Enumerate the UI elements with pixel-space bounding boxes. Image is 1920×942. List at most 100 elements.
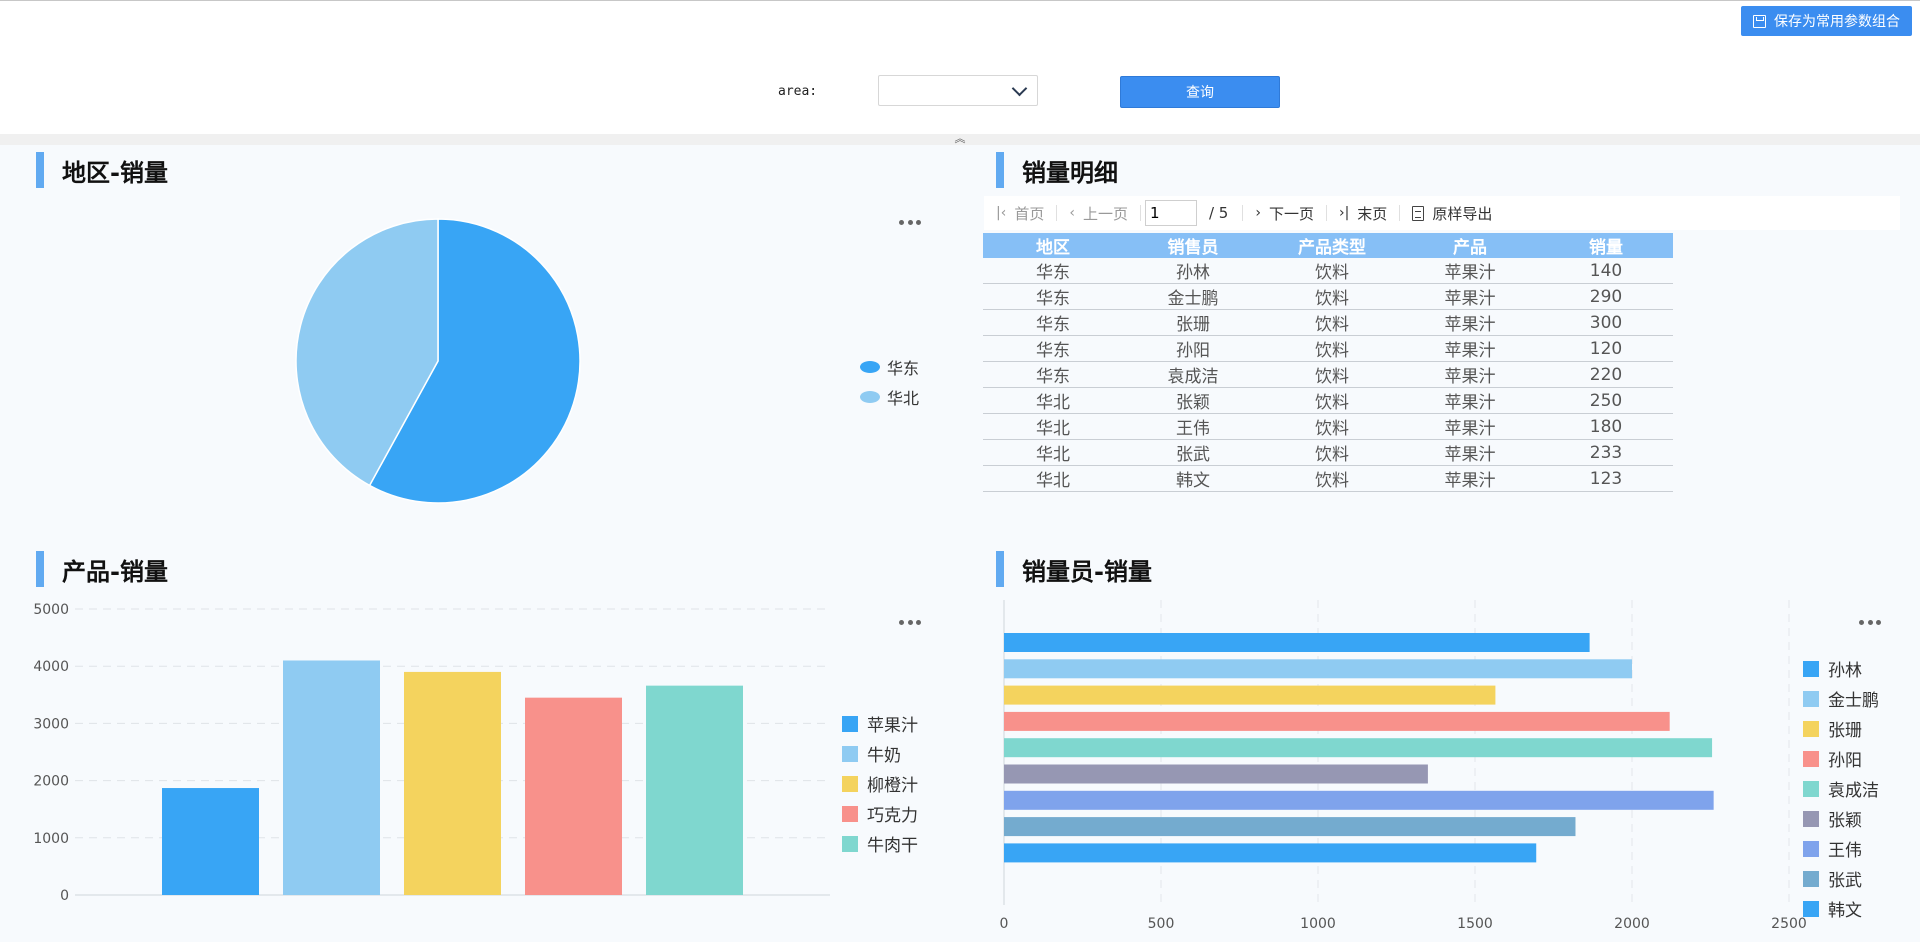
bar-legend-label: 牛奶 — [867, 746, 901, 766]
cell-product: 苹果汁 — [1401, 439, 1539, 466]
cell-product: 苹果汁 — [1401, 309, 1539, 336]
cell-region: 华东 — [983, 309, 1123, 336]
cell-region: 华东 — [983, 258, 1123, 284]
hbar — [1004, 817, 1576, 837]
pie-panel-title: 地区-销量 — [36, 152, 168, 188]
seller-title-text: 销量员-销量 — [1022, 557, 1152, 586]
cell-sales: 290 — [1539, 283, 1673, 310]
cell-product: 苹果汁 — [1401, 465, 1539, 492]
hbar — [1004, 711, 1670, 731]
seller-legend-item[interactable]: 韩文 — [1803, 896, 1862, 921]
cell-product: 苹果汁 — [1401, 335, 1539, 362]
seller-legend-item[interactable]: 孙阳 — [1803, 746, 1862, 771]
legend-swatch-icon — [842, 835, 858, 852]
bar-legend-label: 苹果汁 — [867, 716, 918, 736]
y-tick-label: 1000 — [33, 831, 69, 847]
bar-legend-item[interactable]: 苹果汁 — [842, 711, 918, 736]
seller-legend-label: 张颖 — [1828, 811, 1862, 831]
area-select[interactable] — [878, 75, 1038, 106]
chevron-left-icon: ‹ — [1069, 205, 1075, 221]
bar-legend-item[interactable]: 巧克力 — [842, 801, 918, 826]
cell-sales: 120 — [1539, 335, 1673, 362]
document-icon — [1412, 205, 1425, 221]
cell-region: 华东 — [983, 335, 1123, 362]
product-more-menu-icon[interactable] — [899, 615, 921, 629]
cell-type: 饮料 — [1263, 413, 1401, 440]
cell-seller: 王伟 — [1123, 413, 1263, 440]
next-page-label: 下一页 — [1268, 204, 1314, 223]
cell-type: 饮料 — [1263, 439, 1401, 466]
bar-legend-item[interactable]: 牛肉干 — [842, 831, 918, 856]
title-accent-bar — [996, 152, 1004, 188]
cell-product: 苹果汁 — [1401, 413, 1539, 440]
last-page-icon: ›| — [1338, 205, 1350, 221]
pie-more-menu-icon[interactable] — [899, 215, 921, 229]
prev-page-label: 上一页 — [1082, 204, 1128, 223]
seller-legend-item[interactable]: 孙林 — [1803, 656, 1862, 681]
seller-legend-label: 金士鹏 — [1828, 691, 1879, 711]
hbar — [1004, 843, 1537, 863]
hbar — [1004, 633, 1590, 652]
seller-legend-item[interactable]: 金士鹏 — [1803, 686, 1879, 711]
detail-panel-title: 销量明细 — [996, 152, 1118, 188]
first-page-icon: |‹ — [996, 205, 1007, 221]
sales-detail-table: 地区 销售员 产品类型 产品 销量 华东 孙林 饮料 苹果汁 140 华东 金士鹏 饮料 苹果汁… — [983, 233, 1673, 492]
legend-swatch-icon — [1803, 900, 1819, 917]
export-original-button[interactable]: 原样导出 — [1400, 203, 1504, 224]
col-header-type: 产品类型 — [1263, 233, 1401, 258]
legend-swatch-icon — [1803, 660, 1819, 677]
seller-legend-item[interactable]: 王伟 — [1803, 836, 1862, 861]
bar-legend-item[interactable]: 牛奶 — [842, 741, 901, 766]
seller-legend-label: 孙阳 — [1828, 751, 1862, 771]
last-page-button[interactable]: ›| 末页 — [1327, 203, 1399, 224]
cell-seller: 张武 — [1123, 439, 1263, 466]
next-page-button[interactable]: › 下一页 — [1243, 203, 1326, 224]
seller-more-menu-icon[interactable] — [1859, 615, 1881, 629]
cell-product: 苹果汁 — [1401, 387, 1539, 414]
page-number-input[interactable] — [1144, 200, 1197, 226]
cell-seller: 孙阳 — [1123, 335, 1263, 362]
cell-region: 华北 — [983, 413, 1123, 440]
bar-legend-item[interactable]: 柳橙汁 — [842, 771, 918, 796]
legend-swatch-icon — [1803, 840, 1819, 857]
seller-legend-item[interactable]: 张武 — [1803, 866, 1862, 891]
bar-legend-label: 巧克力 — [867, 806, 918, 826]
title-accent-bar — [36, 152, 44, 188]
hbar — [1004, 738, 1713, 758]
cell-type: 饮料 — [1263, 361, 1401, 388]
pie-legend-item[interactable]: 华东 — [860, 355, 919, 379]
seller-legend-item[interactable]: 袁成洁 — [1803, 776, 1879, 801]
query-button[interactable]: 查询 — [1120, 76, 1280, 108]
table-header-row: 地区 销售员 产品类型 产品 销量 — [983, 233, 1673, 258]
cell-sales: 250 — [1539, 387, 1673, 414]
cell-seller: 韩文 — [1123, 465, 1263, 492]
bar-legend-label: 柳橙汁 — [867, 776, 918, 796]
table-row: 华东 袁成洁 饮料 苹果汁 220 — [983, 361, 1673, 388]
legend-swatch-icon — [842, 745, 858, 762]
table-row: 华东 金士鹏 饮料 苹果汁 290 — [983, 283, 1673, 310]
cell-seller: 金士鹏 — [1123, 283, 1263, 310]
y-tick-label: 4000 — [33, 659, 69, 675]
page-total: / 5 — [1208, 204, 1229, 222]
hbar — [1004, 659, 1632, 679]
cell-seller: 孙林 — [1123, 258, 1263, 284]
cell-sales: 123 — [1539, 465, 1673, 492]
seller-legend-item[interactable]: 张颖 — [1803, 806, 1862, 831]
cell-seller: 袁成洁 — [1123, 361, 1263, 388]
legend-swatch-icon — [1803, 720, 1819, 737]
seller-legend-label: 袁成洁 — [1828, 781, 1879, 801]
seller-legend-label: 张武 — [1828, 871, 1862, 891]
cell-region: 华东 — [983, 283, 1123, 310]
area-label: area: — [778, 84, 818, 99]
save-param-combination-button[interactable]: 保存为常用参数组合 — [1741, 6, 1912, 36]
pie-legend-item[interactable]: 华北 — [860, 385, 919, 409]
first-page-button[interactable]: |‹ 首页 — [984, 203, 1056, 224]
legend-swatch-icon — [1803, 810, 1819, 827]
hbar — [1004, 764, 1428, 784]
bar — [404, 671, 501, 895]
table-row: 华北 张颖 饮料 苹果汁 250 — [983, 387, 1673, 414]
collapse-toggle-icon[interactable]: ︽ — [953, 133, 967, 145]
seller-legend-item[interactable]: 张珊 — [1803, 716, 1862, 741]
y-tick-label: 2000 — [33, 774, 69, 790]
prev-page-button[interactable]: ‹ 上一页 — [1057, 203, 1140, 224]
